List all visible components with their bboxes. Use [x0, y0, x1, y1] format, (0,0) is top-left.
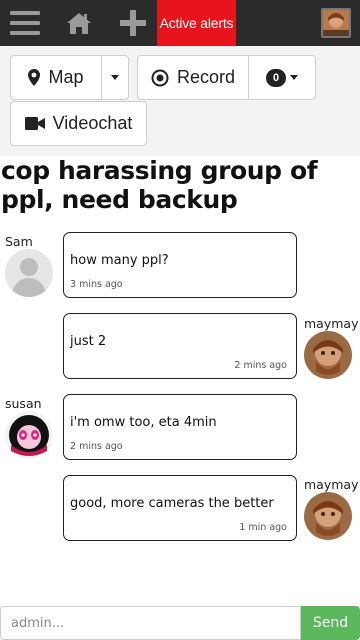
message-text: how many ppl? — [70, 253, 169, 268]
count-dropdown-button[interactable]: 0 — [248, 55, 316, 100]
map-marker-icon — [28, 69, 41, 86]
user-avatar[interactable] — [304, 331, 352, 379]
chat-message-bubble: how many ppl? 3 mins ago — [63, 232, 297, 298]
send-button[interactable]: Send — [301, 606, 360, 640]
message-username: Sam — [5, 234, 33, 249]
message-text: good, more cameras the better — [70, 496, 274, 511]
record-button[interactable]: Record — [137, 55, 249, 100]
user-avatar[interactable] — [304, 492, 352, 540]
hamburger-menu-icon[interactable] — [8, 0, 42, 46]
message-text: i'm omw too, eta 4min — [70, 415, 217, 430]
user-avatar[interactable] — [5, 411, 53, 459]
map-button-label: Map — [48, 67, 84, 87]
chat-message-bubble: good, more cameras the better 1 min ago — [63, 475, 297, 541]
home-icon[interactable] — [62, 0, 96, 46]
record-icon — [151, 69, 169, 87]
top-nav-bar: Active alerts — [0, 0, 360, 46]
message-username: maymay — [304, 316, 359, 331]
map-button[interactable]: Map — [10, 55, 102, 100]
videochat-button-label: Videochat — [52, 113, 133, 133]
chat-message-input[interactable] — [0, 606, 301, 640]
map-dropdown-toggle[interactable] — [101, 55, 129, 100]
message-text: just 2 — [70, 334, 107, 349]
message-username: maymay — [304, 477, 359, 492]
message-timestamp: 2 mins ago — [234, 360, 287, 371]
profile-avatar[interactable] — [321, 8, 351, 38]
plus-icon[interactable] — [116, 0, 150, 46]
message-timestamp: 3 mins ago — [70, 279, 123, 290]
default-avatar-icon[interactable] — [5, 249, 53, 297]
caret-down-icon — [111, 75, 119, 80]
video-camera-icon — [24, 117, 45, 130]
count-badge: 0 — [266, 68, 286, 87]
message-timestamp: 1 min ago — [239, 522, 287, 533]
chat-message-bubble: just 2 2 mins ago — [63, 313, 297, 379]
videochat-button[interactable]: Videochat — [10, 101, 147, 146]
message-timestamp: 2 mins ago — [70, 441, 123, 452]
caret-down-icon — [290, 75, 298, 80]
record-button-label: Record — [176, 67, 236, 87]
message-username: susan — [5, 396, 42, 411]
alert-title: cop harassing group of ppl, need backup — [1, 156, 318, 214]
chat-message-bubble: i'm omw too, eta 4min 2 mins ago — [63, 394, 297, 460]
active-alerts-button[interactable]: Active alerts — [157, 0, 236, 46]
